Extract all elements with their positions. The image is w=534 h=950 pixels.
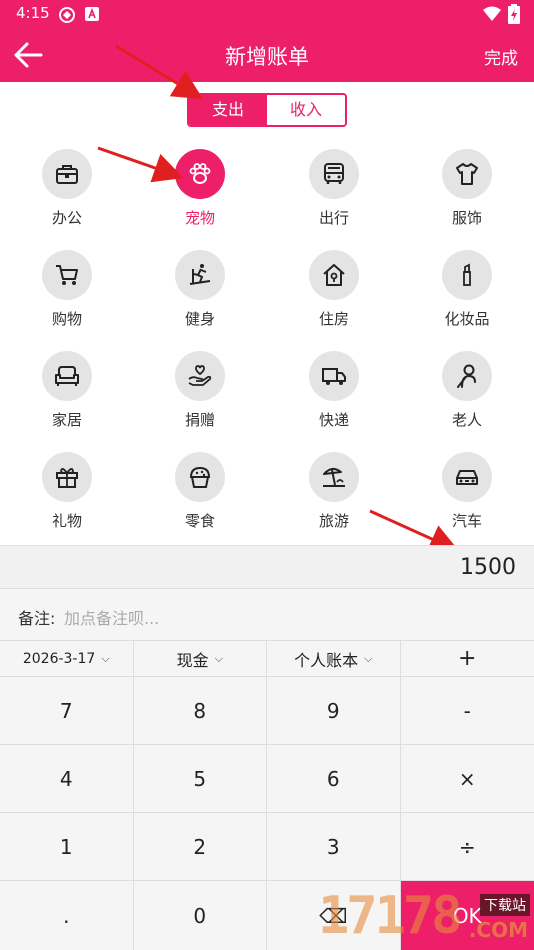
- key-5[interactable]: 5: [134, 745, 267, 812]
- truck-icon: [322, 368, 346, 385]
- category-elderly[interactable]: 老人: [417, 351, 517, 430]
- category-label: 健身: [184, 310, 215, 328]
- category-pet[interactable]: 宠物: [150, 149, 250, 228]
- category-label: 捐赠: [184, 411, 215, 429]
- category-cosmetics[interactable]: 化妆品: [417, 250, 517, 329]
- multiply-key[interactable]: ×: [401, 745, 534, 812]
- done-button[interactable]: 完成: [484, 44, 518, 69]
- category-office[interactable]: 办公: [17, 149, 117, 228]
- note-input[interactable]: 加点备注呗...: [64, 605, 159, 629]
- beach-icon: [323, 468, 345, 487]
- tshirt-icon: [456, 163, 478, 185]
- status-time: 4:15: [16, 4, 50, 22]
- category-label: 旅游: [318, 512, 349, 530]
- car-icon: [456, 470, 478, 485]
- key-2[interactable]: 2: [134, 813, 267, 880]
- keypad-row: 7 8 9 -: [0, 677, 534, 745]
- key-7[interactable]: 7: [0, 677, 134, 744]
- category-snacks[interactable]: 零食: [150, 452, 250, 531]
- key-3[interactable]: 3: [267, 813, 401, 880]
- elder-icon: [457, 364, 476, 388]
- category-label: 购物: [51, 310, 82, 328]
- cupcake-icon: [189, 466, 211, 488]
- amount-display: 1500: [0, 545, 534, 589]
- app-bar: 新增账单 完成: [0, 28, 534, 82]
- lipstick-icon: [463, 263, 471, 286]
- category-label: 汽车: [451, 512, 482, 530]
- category-label: 老人: [451, 411, 482, 429]
- category-label: 宠物: [184, 209, 215, 227]
- options-row: 2026-3-17 ⌵ 现金 ⌵ 个人账本 ⌵ +: [0, 641, 534, 677]
- key-9[interactable]: 9: [267, 677, 401, 744]
- amount-value: 1500: [460, 555, 516, 580]
- donate-icon: [188, 365, 212, 386]
- category-label: 办公: [51, 209, 82, 227]
- key-6[interactable]: 6: [267, 745, 401, 812]
- ok-button[interactable]: OK: [400, 881, 534, 950]
- category-label: 快递: [318, 411, 349, 429]
- backspace-key[interactable]: ⌫: [267, 881, 401, 950]
- category-housing[interactable]: 住房: [284, 250, 384, 329]
- book-value: 个人账本: [294, 650, 359, 670]
- category-label: 家居: [51, 411, 82, 429]
- note-label: 备注:: [18, 609, 56, 628]
- battery-icon: [508, 4, 520, 24]
- category-home[interactable]: 家居: [17, 351, 117, 430]
- chevron-down-icon: ⌵: [214, 651, 223, 665]
- house-icon: [323, 264, 345, 286]
- category-travel[interactable]: 出行: [284, 149, 384, 228]
- category-gift[interactable]: 礼物: [17, 452, 117, 531]
- gift-icon: [56, 468, 78, 488]
- bus-icon: [324, 163, 344, 184]
- category-label: 住房: [318, 310, 349, 328]
- keypad-row: 1 2 3 ÷: [0, 813, 534, 881]
- paw-icon: [189, 163, 211, 184]
- notification-icon: [85, 7, 99, 21]
- status-bar: 4:15: [0, 0, 534, 28]
- book-selector[interactable]: 个人账本 ⌵: [267, 641, 401, 676]
- decimal-key[interactable]: .: [0, 881, 134, 950]
- keypad: 2026-3-17 ⌵ 现金 ⌵ 个人账本 ⌵ + 7 8 9 - 4 5 6 …: [0, 641, 534, 950]
- category-label: 服饰: [451, 209, 482, 227]
- key-0[interactable]: 0: [134, 881, 267, 950]
- type-tabs: 支出 收入: [187, 93, 347, 127]
- chevron-down-icon: ⌵: [101, 651, 110, 665]
- sofa-icon: [55, 366, 79, 386]
- keypad-row: 4 5 6 ×: [0, 745, 534, 813]
- account-type-value: 现金: [176, 650, 209, 670]
- tab-expense[interactable]: 支出: [189, 95, 267, 125]
- category-donation[interactable]: 捐赠: [150, 351, 250, 430]
- date-selector[interactable]: 2026-3-17 ⌵: [0, 641, 134, 676]
- category-tourism[interactable]: 旅游: [284, 452, 384, 531]
- date-value: 2026-3-17: [22, 650, 96, 667]
- category-label: 化妆品: [444, 310, 490, 328]
- key-8[interactable]: 8: [134, 677, 267, 744]
- plus-key[interactable]: +: [401, 641, 534, 676]
- briefcase-icon: [56, 165, 78, 184]
- treadmill-icon: [189, 264, 211, 285]
- category-label: 出行: [318, 209, 349, 227]
- vpn-status-icon: [59, 7, 75, 23]
- cart-icon: [56, 265, 78, 285]
- divide-key[interactable]: ÷: [401, 813, 534, 880]
- key-4[interactable]: 4: [0, 745, 134, 812]
- category-fitness[interactable]: 健身: [150, 250, 250, 329]
- category-car[interactable]: 汽车: [417, 452, 517, 531]
- note-row[interactable]: 备注: 加点备注呗...: [0, 589, 534, 641]
- category-clothing[interactable]: 服饰: [417, 149, 517, 228]
- category-express[interactable]: 快递: [284, 351, 384, 430]
- key-1[interactable]: 1: [0, 813, 134, 880]
- keypad-row: . 0 ⌫ OK: [0, 881, 534, 950]
- wifi-icon: [483, 6, 501, 21]
- category-shopping[interactable]: 购物: [17, 250, 117, 329]
- chevron-down-icon: ⌵: [364, 651, 373, 665]
- tab-income[interactable]: 收入: [267, 95, 345, 125]
- category-label: 零食: [184, 512, 215, 530]
- minus-key[interactable]: -: [401, 677, 534, 744]
- account-type-selector[interactable]: 现金 ⌵: [134, 641, 267, 676]
- page-title: 新增账单: [225, 45, 309, 69]
- category-label: 礼物: [51, 512, 82, 530]
